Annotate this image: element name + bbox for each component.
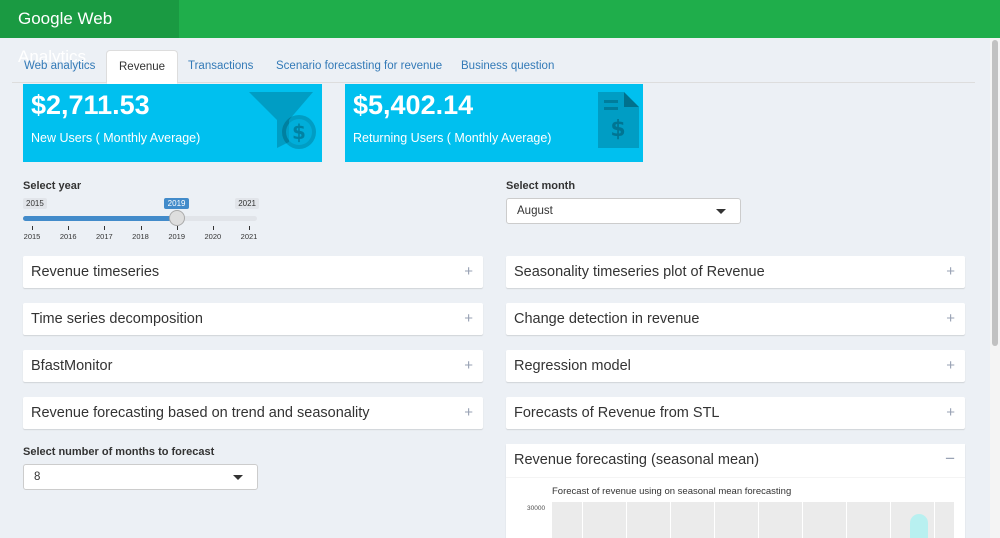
box-revenue-forecasting-trend: Revenue forecasting based on trend and s… <box>23 397 483 429</box>
grid-line <box>714 502 715 538</box>
slider-tick-label: 2017 <box>95 232 113 241</box>
scrollbar-thumb[interactable] <box>992 40 998 346</box>
tab-business-question[interactable]: Business question <box>449 50 566 83</box>
box-title: BfastMonitor <box>31 358 113 374</box>
plot-panel <box>552 502 954 538</box>
slider-tick-mark <box>212 226 214 230</box>
slider-fill <box>23 216 177 221</box>
slider-tick-label: 2019 <box>168 232 185 241</box>
value-box-new-users: $2,711.53 New Users ( Monthly Average) $ <box>23 84 322 162</box>
box-title: Revenue timeseries <box>31 264 160 280</box>
box-title: Seasonality timeseries plot of Revenue <box>514 264 765 280</box>
expand-plus-icon[interactable]: + <box>464 256 473 288</box>
slider-min-label: 2015 <box>23 198 47 209</box>
slider-tick-label: 2016 <box>59 232 77 241</box>
new-users-label: New Users ( Monthly Average) <box>31 131 201 145</box>
page-scrollbar[interactable] <box>990 38 1000 538</box>
slider-tick-label: 2021 <box>240 232 258 241</box>
slider-handle[interactable] <box>168 210 185 226</box>
month-select-value: August <box>517 205 553 217</box>
grid-line <box>802 502 803 538</box>
slider-max-label: 2021 <box>235 198 259 209</box>
slider-tick-mark <box>32 226 33 230</box>
y-tick-label: 30000 <box>527 505 546 512</box>
box-title: Regression model <box>514 358 631 374</box>
slider-tick-label: 2020 <box>204 232 222 241</box>
svg-text:$: $ <box>292 120 306 144</box>
returning-users-label: Returning Users ( Monthly Average) <box>353 131 552 145</box>
slider-current-label: 2019 <box>163 198 190 209</box>
chevron-down-icon <box>716 209 726 214</box>
slider-tick-mark <box>140 226 142 230</box>
grid-line <box>582 502 583 538</box>
grid-line <box>626 502 627 538</box>
grid-line <box>758 502 759 538</box>
expand-plus-icon[interactable]: + <box>946 303 955 335</box>
box-title: Revenue forecasting based on trend and s… <box>31 405 370 421</box>
box-title: Time series decomposition <box>31 311 203 327</box>
invoice-dollar-icon: $ <box>598 92 639 148</box>
plot-title: Forecast of revenue using on seasonal me… <box>552 486 792 497</box>
expand-plus-icon[interactable]: + <box>946 256 955 288</box>
tab-scenario-forecasting[interactable]: Scenario forecasting for revenue <box>264 50 454 83</box>
app-title[interactable]: Google Web Analytics <box>0 0 179 66</box>
tab-revenue[interactable]: Revenue <box>106 50 179 84</box>
year-slider[interactable]: 2015 2021 2019 2015 2016 2017 2018 2019 2020 2… <box>23 196 259 242</box>
forecast-interval-shape <box>910 514 928 538</box>
forecast-months-value: 8 <box>34 471 41 483</box>
month-select[interactable]: August <box>506 198 741 224</box>
slider-tick-label: 2015 <box>23 232 41 241</box>
slider-tick-mark <box>68 226 70 230</box>
select-year-label: Select year <box>23 180 82 192</box>
box-title: Revenue forecasting (seasonal mean) <box>514 452 760 468</box>
svg-text:$: $ <box>610 117 625 142</box>
box-regression-model: Regression model + <box>506 350 965 382</box>
app-header: Google Web Analytics <box>0 0 1000 66</box>
expand-plus-icon[interactable]: + <box>946 350 955 382</box>
expand-plus-icon[interactable]: + <box>464 303 473 335</box>
value-box-returning-users: $5,402.14 Returning Users ( Monthly Aver… <box>345 84 643 162</box>
box-title: Change detection in revenue <box>514 311 700 327</box>
tab-bar: Web analytics Revenue Transactions Scena… <box>12 50 975 84</box>
grid-line <box>890 502 891 538</box>
expand-plus-icon[interactable]: + <box>464 350 473 382</box>
funnel-dollar-icon: $ <box>249 92 316 149</box>
box-bfast-monitor: BfastMonitor + <box>23 350 483 382</box>
box-title: Forecasts of Revenue from STL <box>514 405 720 421</box>
grid-line <box>670 502 671 538</box>
slider-tick-mark <box>104 226 106 230</box>
grid-line <box>846 502 847 538</box>
forecast-months-label: Select number of months to forecast <box>23 446 215 458</box>
grid-line <box>934 502 935 538</box>
box-change-detection: Change detection in revenue + <box>506 303 965 335</box>
expand-plus-icon[interactable]: + <box>946 397 955 429</box>
box-forecasts-stl: Forecasts of Revenue from STL + <box>506 397 965 429</box>
box-divider <box>506 477 965 478</box>
box-revenue-forecasting-seasonal-mean: Revenue forecasting (seasonal mean) − Fo… <box>506 444 965 538</box>
slider-tick-mark <box>249 226 250 230</box>
box-seasonality-plot: Seasonality timeseries plot of Revenue + <box>506 256 965 288</box>
select-month-label: Select month <box>506 180 576 192</box>
chevron-down-icon <box>233 475 243 480</box>
new-users-value: $2,711.53 <box>31 90 150 120</box>
box-time-series-decomposition: Time series decomposition + <box>23 303 483 335</box>
returning-users-value: $5,402.14 <box>353 90 474 120</box>
slider-tick-mark <box>176 226 178 230</box>
collapse-minus-icon[interactable]: − <box>945 444 955 474</box>
forecast-months-select[interactable]: 8 <box>23 464 258 490</box>
slider-tick-label: 2018 <box>132 232 149 241</box>
tab-transactions[interactable]: Transactions <box>176 50 265 83</box>
expand-plus-icon[interactable]: + <box>464 397 473 429</box>
tab-web-analytics[interactable]: Web analytics <box>12 50 107 83</box>
box-revenue-timeseries: Revenue timeseries + <box>23 256 483 288</box>
